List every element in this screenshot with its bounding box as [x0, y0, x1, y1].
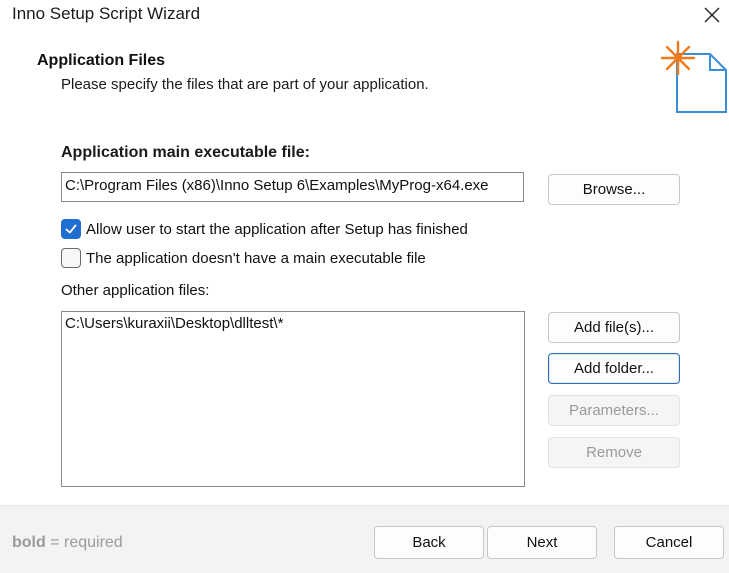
- page-title: Application Files: [37, 52, 166, 69]
- new-file-icon: [660, 40, 727, 113]
- required-hint: bold = required: [12, 534, 123, 552]
- remove-button[interactable]: Remove: [548, 437, 680, 468]
- add-files-button[interactable]: Add file(s)...: [548, 312, 680, 343]
- back-button[interactable]: Back: [374, 526, 484, 559]
- allow-start-option[interactable]: Allow user to start the application afte…: [61, 218, 468, 240]
- list-item[interactable]: C:\Users\kuraxii\Desktop\dlltest\*: [65, 315, 283, 332]
- main-exe-label: Application main executable file:: [61, 144, 310, 161]
- required-hint-text: = required: [45, 534, 123, 551]
- allow-start-checkbox[interactable]: [61, 219, 81, 239]
- close-button[interactable]: [695, 0, 729, 30]
- window-title: Inno Setup Script Wizard: [12, 4, 201, 23]
- wizard-window: Inno Setup Script Wizard Application Fil…: [0, 0, 729, 573]
- cancel-button[interactable]: Cancel: [614, 526, 724, 559]
- page-subtitle: Please specify the files that are part o…: [61, 76, 429, 93]
- page-header: Application Files Please specify the fil…: [0, 34, 729, 120]
- browse-button[interactable]: Browse...: [548, 174, 680, 205]
- parameters-button[interactable]: Parameters...: [548, 395, 680, 426]
- other-files-list[interactable]: C:\Users\kuraxii\Desktop\dlltest\*: [61, 311, 525, 487]
- checkmark-icon: [65, 224, 77, 234]
- no-main-exe-checkbox[interactable]: [61, 248, 81, 268]
- main-exe-field[interactable]: C:\Program Files (x86)\Inno Setup 6\Exam…: [61, 172, 524, 202]
- page-body: Application main executable file: C:\Pro…: [0, 120, 729, 505]
- no-main-exe-label: The application doesn't have a main exec…: [86, 249, 426, 267]
- title-bar: Inno Setup Script Wizard: [0, 0, 729, 34]
- required-hint-bold: bold: [12, 534, 46, 551]
- add-folder-button[interactable]: Add folder...: [548, 353, 680, 384]
- close-icon: [704, 7, 720, 23]
- next-button[interactable]: Next: [487, 526, 597, 559]
- no-main-exe-option[interactable]: The application doesn't have a main exec…: [61, 247, 426, 269]
- other-files-label: Other application files:: [61, 282, 210, 299]
- wizard-footer: bold = required Back Next Cancel: [0, 505, 729, 573]
- allow-start-label: Allow user to start the application afte…: [86, 220, 468, 238]
